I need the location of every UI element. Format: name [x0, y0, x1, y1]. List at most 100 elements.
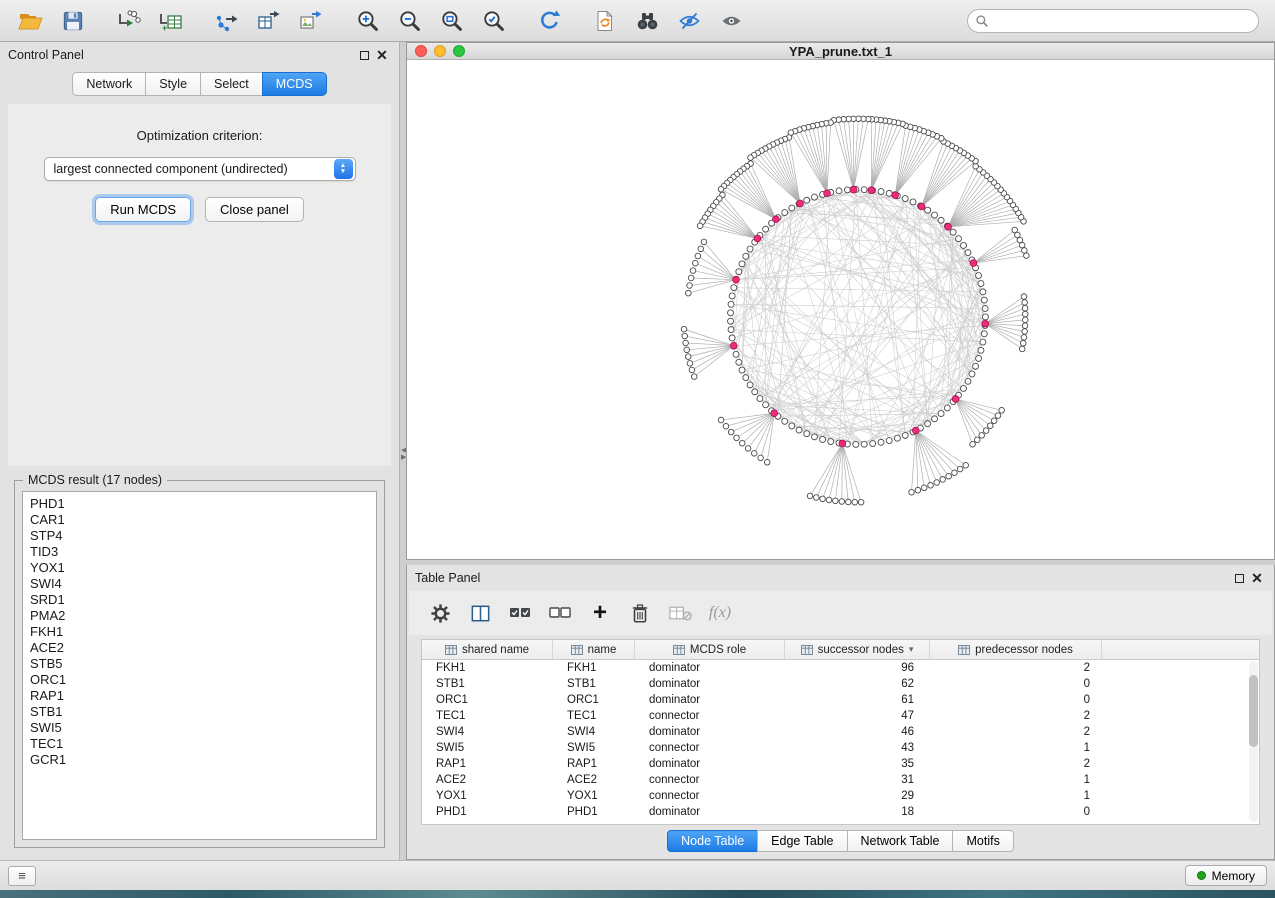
table-row[interactable]: SWI4SWI4dominator462 — [422, 724, 1249, 740]
table-row[interactable]: ACE2ACE2connector311 — [422, 772, 1249, 788]
mcds-result-item[interactable]: STB5 — [30, 656, 376, 672]
table-cell: dominator — [635, 692, 785, 708]
node-table-body: FKH1FKH1dominator962STB1STB1dominator620… — [422, 660, 1249, 824]
mcds-result-item[interactable]: ORC1 — [30, 672, 376, 688]
column-header-successor-nodes[interactable]: successor nodes ▾ — [785, 640, 930, 659]
unselect-all-icon — [548, 603, 572, 623]
table-cell: 2 — [930, 708, 1102, 724]
table-cell — [1102, 724, 1249, 740]
table-icon — [801, 645, 813, 655]
table-panel-title: Table Panel — [415, 571, 480, 585]
table-cell: connector — [635, 708, 785, 724]
control-panel-title: Control Panel — [8, 48, 84, 62]
refresh-icon — [537, 8, 562, 33]
mcds-result-item[interactable]: YOX1 — [30, 560, 376, 576]
open-session-button[interactable] — [10, 4, 52, 38]
table-scrollbar[interactable] — [1249, 661, 1258, 822]
export-table-button[interactable] — [248, 4, 290, 38]
table-row[interactable]: YOX1YOX1connector291 — [422, 788, 1249, 804]
save-session-button[interactable] — [52, 4, 94, 38]
tab-network-table[interactable]: Network Table — [847, 830, 954, 852]
column-header-name[interactable]: name — [553, 640, 635, 659]
mcds-result-item[interactable]: STB1 — [30, 704, 376, 720]
refresh-layout-button[interactable] — [528, 4, 570, 38]
zoom-selected-button[interactable] — [472, 4, 514, 38]
table-row[interactable]: SWI5SWI5connector431 — [422, 740, 1249, 756]
show-all-button[interactable] — [710, 4, 752, 38]
zoom-in-button[interactable] — [346, 4, 388, 38]
table-row[interactable]: ORC1ORC1dominator610 — [422, 692, 1249, 708]
hide-selected-button[interactable] — [668, 4, 710, 38]
column-header-predecessor-nodes[interactable]: predecessor nodes — [930, 640, 1102, 659]
search-network-button[interactable] — [626, 4, 668, 38]
table-settings-button[interactable] — [423, 597, 457, 629]
zoom-out-button[interactable] — [388, 4, 430, 38]
float-panel-button[interactable] — [355, 46, 373, 64]
close-panel-button[interactable]: ✕ — [373, 46, 391, 64]
zoom-out-icon — [397, 8, 422, 33]
window-close-icon[interactable] — [415, 45, 427, 57]
share-document-button[interactable] — [584, 4, 626, 38]
mcds-result-item[interactable]: SWI4 — [30, 576, 376, 592]
table-row[interactable]: STB1STB1dominator620 — [422, 676, 1249, 692]
mcds-result-item[interactable]: PMA2 — [30, 608, 376, 624]
optimization-criterion-select[interactable]: largest connected component (undirected)… — [44, 157, 356, 181]
tab-node-table[interactable]: Node Table — [667, 830, 758, 852]
table-row[interactable]: RAP1RAP1dominator352 — [422, 756, 1249, 772]
scrollbar-thumb[interactable] — [1249, 675, 1258, 747]
export-image-button[interactable] — [290, 4, 332, 38]
import-network-button[interactable] — [108, 4, 150, 38]
tab-motifs[interactable]: Motifs — [952, 830, 1013, 852]
table-row[interactable]: PHD1PHD1dominator180 — [422, 804, 1249, 820]
table-row[interactable]: TEC1TEC1connector472 — [422, 708, 1249, 724]
select-all-icon — [508, 603, 532, 623]
mcds-result-item[interactable]: RAP1 — [30, 688, 376, 704]
unselect-all-columns-button[interactable] — [543, 597, 577, 629]
mcds-result-item[interactable]: FKH1 — [30, 624, 376, 640]
zoom-fit-button[interactable] — [430, 4, 472, 38]
tab-edge-table[interactable]: Edge Table — [757, 830, 847, 852]
mcds-result-item[interactable]: CAR1 — [30, 512, 376, 528]
show-column-panel-button[interactable] — [463, 597, 497, 629]
mcds-result-item[interactable]: SWI5 — [30, 720, 376, 736]
export-table-icon — [257, 9, 281, 33]
float-table-panel-button[interactable] — [1230, 569, 1248, 587]
table-cell: 46 — [785, 724, 930, 740]
tab-mcds[interactable]: MCDS — [262, 72, 327, 96]
import-table-button[interactable]: + — [150, 4, 192, 38]
column-header-mcds-role[interactable]: MCDS role — [635, 640, 785, 659]
memory-button[interactable]: Memory — [1185, 865, 1267, 886]
table-row[interactable]: FKH1FKH1dominator962 — [422, 660, 1249, 676]
close-table-panel-button[interactable]: ✕ — [1248, 569, 1266, 587]
table-cell: STB1 — [422, 676, 553, 692]
select-all-columns-button[interactable] — [503, 597, 537, 629]
search-input[interactable] — [967, 9, 1259, 33]
create-column-button[interactable]: + — [583, 597, 617, 629]
mcds-result-list[interactable]: PHD1CAR1STP4TID3YOX1SWI4SRD1PMA2FKH1ACE2… — [22, 491, 377, 840]
zoom-selected-icon — [481, 8, 506, 33]
main-toolbar: + — [0, 0, 1275, 42]
table-cell: ORC1 — [422, 692, 553, 708]
window-maximize-icon[interactable] — [453, 45, 465, 57]
close-mcds-panel-button[interactable]: Close panel — [205, 197, 304, 222]
mcds-result-item[interactable]: PHD1 — [30, 496, 376, 512]
column-label: predecessor nodes — [975, 644, 1073, 656]
mcds-result-item[interactable]: TEC1 — [30, 736, 376, 752]
mcds-result-item[interactable]: ACE2 — [30, 640, 376, 656]
mcds-result-item[interactable]: GCR1 — [30, 752, 376, 768]
import-table-icon: + — [159, 9, 183, 33]
run-mcds-button[interactable]: Run MCDS — [95, 197, 191, 222]
column-header-shared-name[interactable]: shared name — [422, 640, 553, 659]
window-minimize-icon[interactable] — [434, 45, 446, 57]
export-network-button[interactable] — [206, 4, 248, 38]
tab-style[interactable]: Style — [145, 72, 201, 96]
tab-select[interactable]: Select — [200, 72, 263, 96]
delete-column-button[interactable] — [623, 597, 657, 629]
tab-network[interactable]: Network — [72, 72, 146, 96]
status-menu-button[interactable]: ≡ — [8, 866, 36, 886]
mcds-result-item[interactable]: SRD1 — [30, 592, 376, 608]
table-cell — [1102, 804, 1249, 820]
mcds-result-item[interactable]: TID3 — [30, 544, 376, 560]
network-canvas[interactable] — [407, 60, 1274, 559]
mcds-result-item[interactable]: STP4 — [30, 528, 376, 544]
